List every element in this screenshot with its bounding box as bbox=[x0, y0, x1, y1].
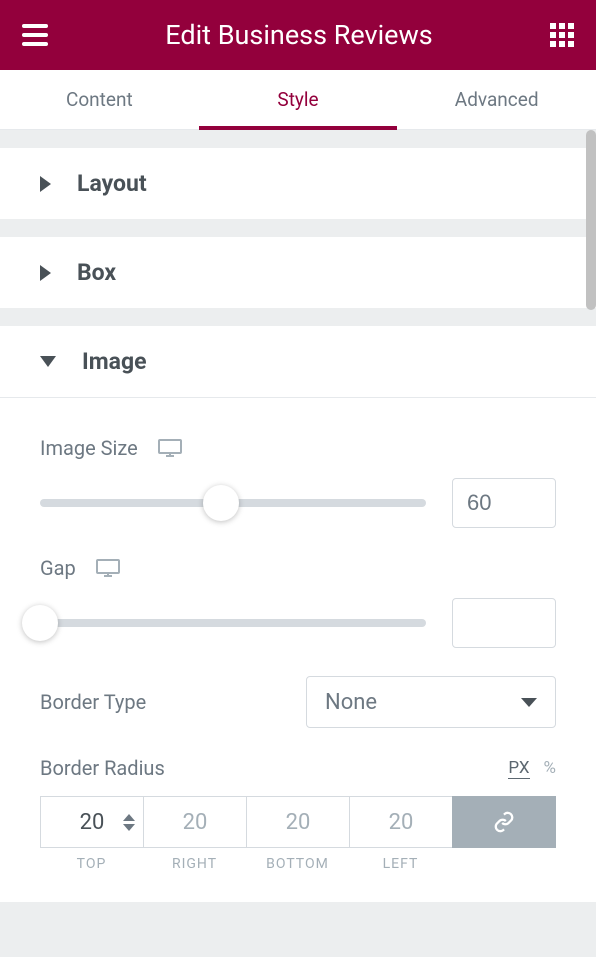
input-radius-left[interactable]: 20 bbox=[349, 796, 452, 848]
stepper-up-icon[interactable] bbox=[123, 814, 135, 821]
control-image-size: Image Size bbox=[40, 436, 556, 528]
tab-style[interactable]: Style bbox=[199, 70, 398, 129]
control-gap: Gap bbox=[40, 556, 556, 648]
select-border-type-value: None bbox=[325, 690, 377, 715]
section-image: Image Image Size bbox=[0, 326, 596, 902]
header: Edit Business Reviews bbox=[0, 0, 596, 70]
link-values-button[interactable] bbox=[452, 796, 556, 848]
section-body-image: Image Size Gap bbox=[0, 397, 596, 902]
number-stepper[interactable] bbox=[123, 814, 135, 831]
section-title-box: Box bbox=[77, 259, 116, 286]
desktop-icon[interactable] bbox=[158, 439, 182, 457]
chevron-right-icon bbox=[40, 265, 51, 281]
dimension-labels: TOP RIGHT BOTTOM LEFT bbox=[40, 856, 556, 872]
scrollbar[interactable] bbox=[586, 130, 596, 310]
select-border-type[interactable]: None bbox=[306, 676, 556, 728]
section-title-image: Image bbox=[82, 348, 147, 375]
content-area: Layout Box Image Image Size bbox=[0, 130, 596, 957]
slider-thumb[interactable] bbox=[22, 605, 58, 641]
section-header-box[interactable]: Box bbox=[0, 237, 596, 308]
control-border-type: Border Type None bbox=[40, 676, 556, 728]
border-radius-inputs: 20 20 20 20 bbox=[40, 796, 556, 848]
input-image-size[interactable] bbox=[452, 478, 556, 528]
label-image-size: Image Size bbox=[40, 436, 138, 460]
slider-image-size[interactable] bbox=[40, 485, 426, 521]
unit-toggle: PX % bbox=[508, 758, 556, 779]
tab-bar: Content Style Advanced bbox=[0, 70, 596, 130]
input-radius-top[interactable]: 20 bbox=[40, 796, 143, 848]
control-border-radius: Border Radius PX % 20 20 2 bbox=[40, 756, 556, 872]
label-bottom: BOTTOM bbox=[246, 856, 349, 872]
section-title-layout: Layout bbox=[77, 170, 147, 197]
section-header-layout[interactable]: Layout bbox=[0, 148, 596, 219]
input-radius-bottom[interactable]: 20 bbox=[246, 796, 349, 848]
caret-down-icon bbox=[521, 698, 537, 707]
label-gap: Gap bbox=[40, 556, 76, 580]
chevron-right-icon bbox=[40, 176, 51, 192]
apps-icon[interactable] bbox=[550, 23, 574, 47]
label-top: TOP bbox=[40, 856, 143, 872]
input-radius-right[interactable]: 20 bbox=[143, 796, 246, 848]
chevron-down-icon bbox=[40, 356, 56, 367]
section-box: Box bbox=[0, 237, 596, 308]
section-layout: Layout bbox=[0, 148, 596, 219]
slider-gap[interactable] bbox=[40, 605, 426, 641]
label-border-radius: Border Radius bbox=[40, 756, 165, 780]
input-gap[interactable] bbox=[452, 598, 556, 648]
section-header-image[interactable]: Image bbox=[0, 326, 596, 397]
label-border-type: Border Type bbox=[40, 690, 280, 714]
slider-thumb[interactable] bbox=[203, 485, 239, 521]
label-right: RIGHT bbox=[143, 856, 246, 872]
tab-advanced[interactable]: Advanced bbox=[397, 70, 596, 129]
menu-icon[interactable] bbox=[22, 24, 48, 46]
page-title: Edit Business Reviews bbox=[165, 19, 432, 51]
unit-px[interactable]: PX bbox=[508, 758, 529, 779]
desktop-icon[interactable] bbox=[96, 559, 120, 577]
unit-percent[interactable]: % bbox=[544, 758, 556, 779]
label-left: LEFT bbox=[349, 856, 452, 872]
stepper-down-icon[interactable] bbox=[123, 824, 135, 831]
tab-content[interactable]: Content bbox=[0, 70, 199, 129]
